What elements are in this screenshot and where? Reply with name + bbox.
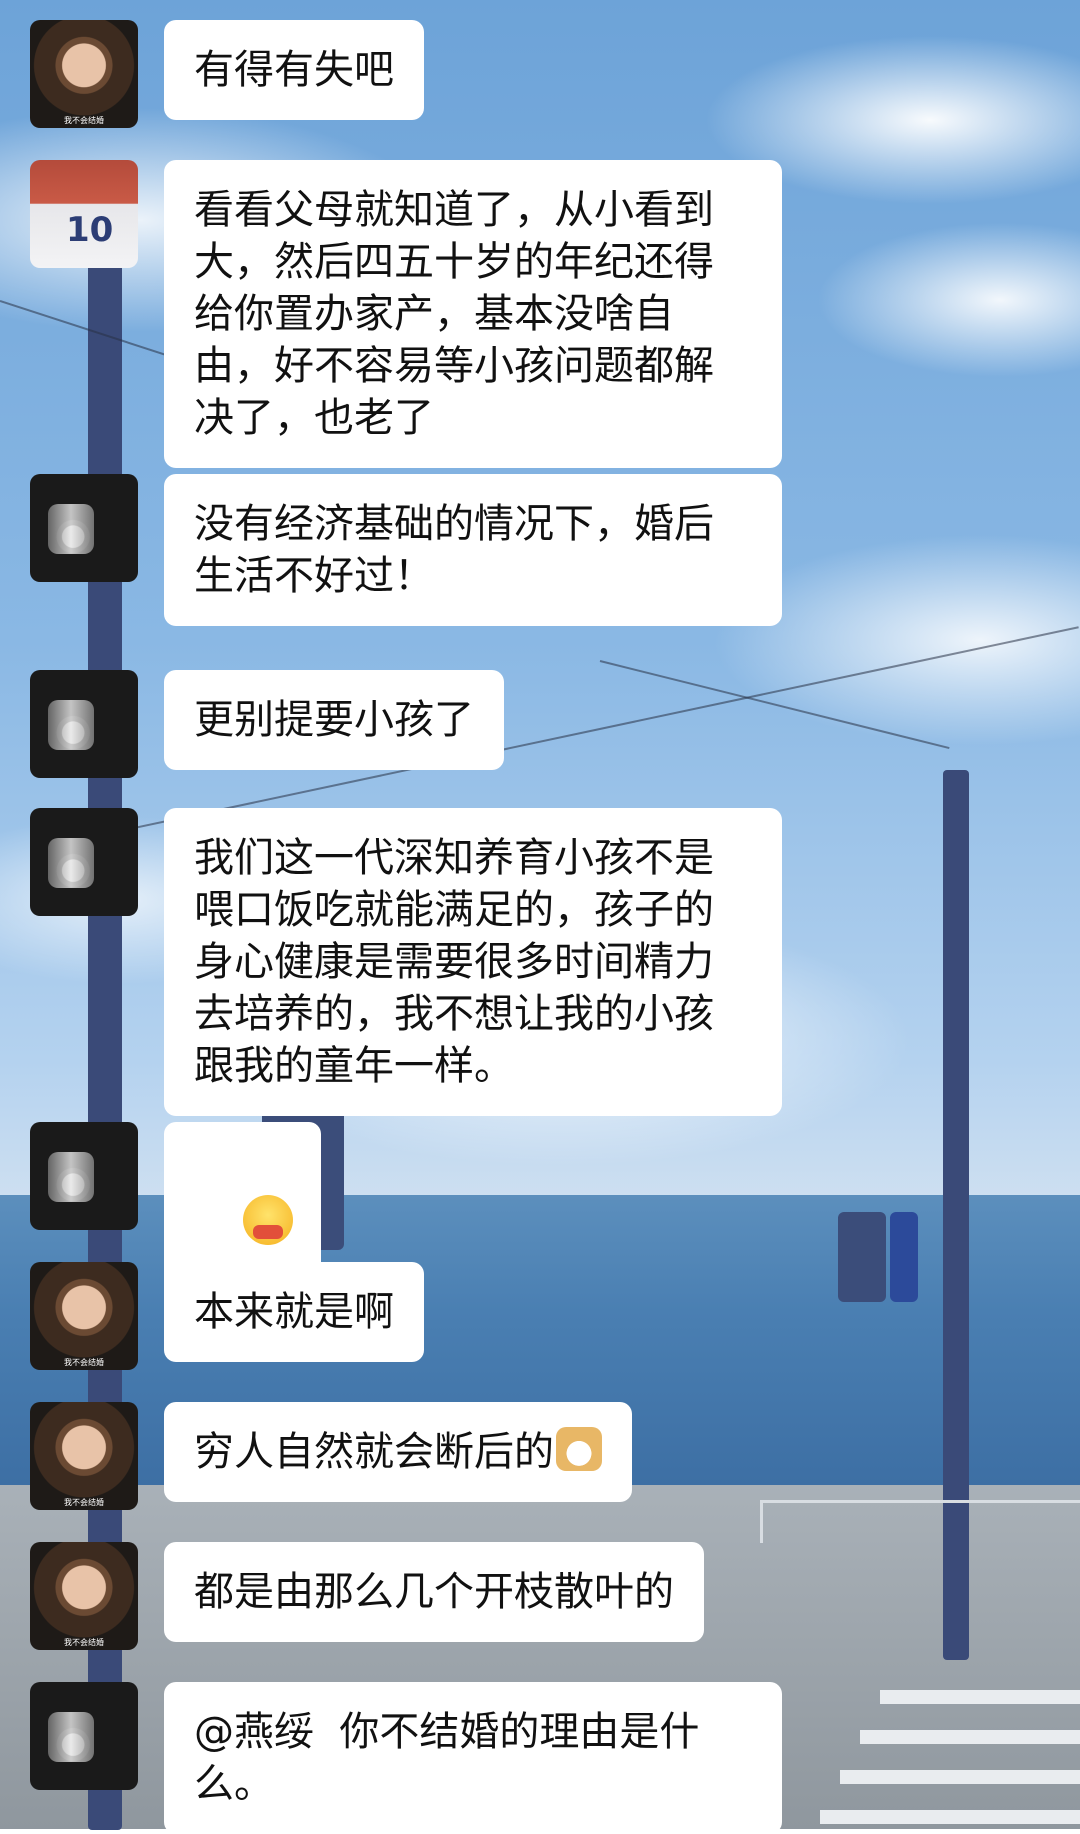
message-text: 穷人自然就会断后的 bbox=[194, 1429, 554, 1475]
eating-face-emoji bbox=[242, 1195, 293, 1245]
message-bubble[interactable]: 有得有失吧 bbox=[164, 20, 424, 120]
message-row: 看看父母就知道了，从小看到大，然后四五十岁的年纪还得给你置办家产，基本没啥自由，… bbox=[30, 160, 782, 468]
message-bubble[interactable]: @燕绥 你不结婚的理由是什么。 bbox=[164, 1682, 782, 1834]
avatar[interactable] bbox=[30, 1682, 138, 1790]
message-row: 我们这一代深知养育小孩不是喂口饭吃就能满足的，孩子的身心健康是需要很多时间精力去… bbox=[30, 808, 782, 1116]
message-row: 本来就是啊 bbox=[30, 1262, 424, 1370]
avatar[interactable] bbox=[30, 20, 138, 128]
message-row: @燕绥 你不结婚的理由是什么。 bbox=[30, 1682, 782, 1834]
message-bubble[interactable]: 我们这一代深知养育小孩不是喂口饭吃就能满足的，孩子的身心健康是需要很多时间精力去… bbox=[164, 808, 782, 1116]
background-crosswalk-stripe bbox=[840, 1770, 1080, 1784]
message-row: 穷人自然就会断后的 bbox=[30, 1402, 632, 1510]
background-crosswalk-stripe bbox=[880, 1690, 1080, 1704]
background-guard-rail bbox=[760, 1500, 1080, 1543]
avatar[interactable] bbox=[30, 1402, 138, 1510]
avatar[interactable] bbox=[30, 474, 138, 582]
message-row: 有得有失吧 bbox=[30, 20, 424, 128]
avatar[interactable] bbox=[30, 160, 138, 268]
background-signal-sign bbox=[890, 1212, 918, 1302]
message-row: 更别提要小孩了 bbox=[30, 670, 504, 778]
message-bubble[interactable]: 都是由那么几个开枝散叶的 bbox=[164, 1542, 704, 1642]
message-bubble[interactable]: 看看父母就知道了，从小看到大，然后四五十岁的年纪还得给你置办家产，基本没啥自由，… bbox=[164, 160, 782, 468]
avatar[interactable] bbox=[30, 1542, 138, 1650]
message-row: 没有经济基础的情况下，婚后生活不好过！ bbox=[30, 474, 782, 626]
message-row: 都是由那么几个开枝散叶的 bbox=[30, 1542, 704, 1650]
message-bubble[interactable]: 本来就是啊 bbox=[164, 1262, 424, 1362]
avatar[interactable] bbox=[30, 1262, 138, 1370]
background-pedestrian-signal bbox=[838, 1212, 886, 1302]
background-crosswalk-stripe bbox=[860, 1730, 1080, 1744]
message-bubble[interactable]: 更别提要小孩了 bbox=[164, 670, 504, 770]
doge-emoji bbox=[556, 1427, 602, 1471]
avatar[interactable] bbox=[30, 1122, 138, 1230]
avatar[interactable] bbox=[30, 670, 138, 778]
avatar[interactable] bbox=[30, 808, 138, 916]
message-bubble[interactable]: 穷人自然就会断后的 bbox=[164, 1402, 632, 1502]
background-crosswalk-stripe bbox=[820, 1810, 1080, 1824]
message-bubble[interactable]: 没有经济基础的情况下，婚后生活不好过！ bbox=[164, 474, 782, 626]
